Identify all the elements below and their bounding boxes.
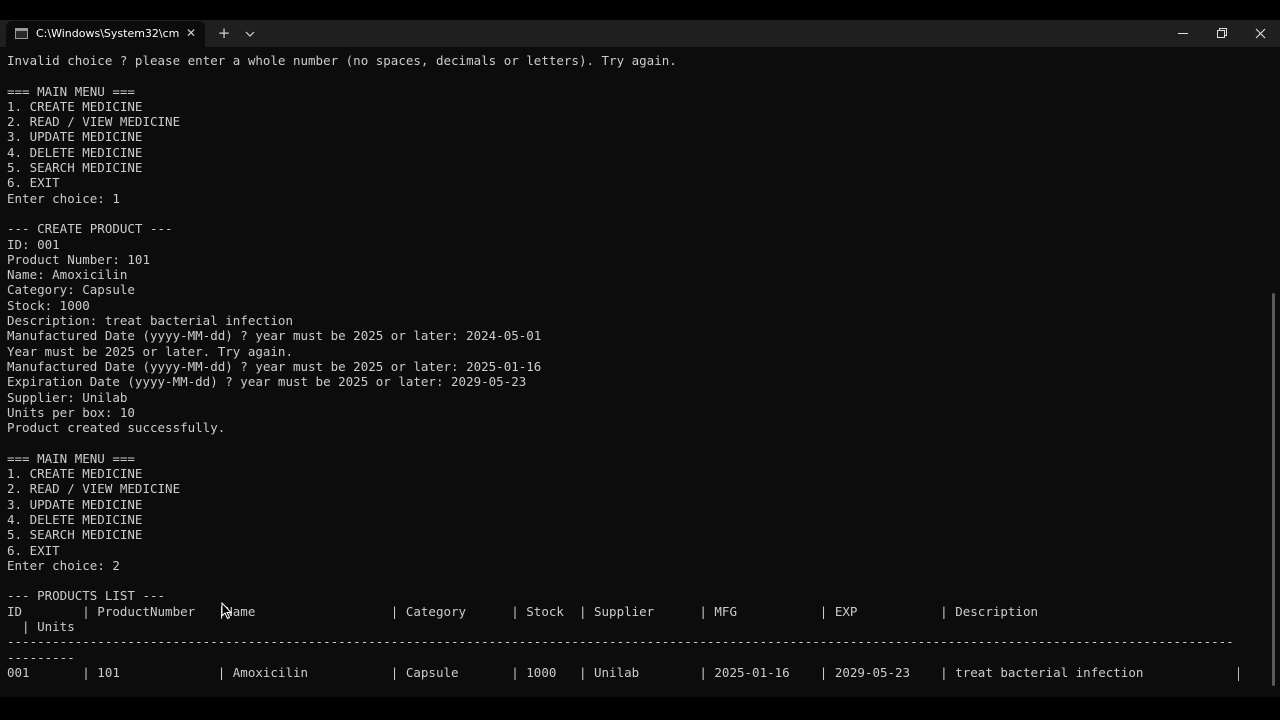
terminal-line: 4. DELETE MEDICINE [7, 511, 143, 527]
terminal-line: 6. EXIT [7, 175, 60, 191]
mouse-pointer-icon [221, 601, 233, 620]
terminal-output[interactable]: Invalid choice ? please enter a whole nu… [0, 47, 1268, 697]
terminal-line: --------- [7, 649, 75, 665]
terminal-line: | Units [7, 618, 75, 634]
text-cursor [1238, 667, 1239, 681]
terminal-line: Product Number: 101 [7, 251, 150, 267]
tab-cmd[interactable]: C:\Windows\System32\cmd.e ✕ [6, 21, 205, 47]
terminal-line: Product created successfully. [7, 420, 226, 436]
terminal-line: Manufactured Date (yyyy-MM-dd) ? year mu… [7, 328, 542, 344]
scrollbar-thumb[interactable] [1272, 293, 1275, 686]
terminal-line: 5. SEARCH MEDICINE [7, 160, 143, 176]
title-bar[interactable]: C:\Windows\System32\cmd.e ✕ + [0, 20, 1280, 47]
terminal-window: C:\Windows\System32\cmd.e ✕ + [0, 0, 1280, 720]
terminal-line: ----------------------------------------… [7, 634, 1234, 650]
terminal-line: Category: Capsule [7, 282, 135, 298]
terminal-line: Supplier: Unilab [7, 389, 128, 405]
terminal-lines: Invalid choice ? please enter a whole nu… [0, 47, 1268, 680]
terminal-line: 4. DELETE MEDICINE [7, 144, 143, 160]
restore-button[interactable] [1202, 20, 1240, 47]
terminal-line: Description: treat bacterial infection [7, 313, 293, 329]
terminal-line: 2. READ / VIEW MEDICINE [7, 114, 181, 130]
tab-title: C:\Windows\System32\cmd.e [36, 27, 179, 40]
terminal-line: Name: Amoxicilin [7, 267, 128, 283]
terminal-line: Enter choice: 1 [7, 190, 120, 206]
terminal-line: --- PRODUCTS LIST --- [7, 588, 166, 604]
terminal-line: Expiration Date (yyyy-MM-dd) ? year must… [7, 374, 527, 390]
cmd-icon [15, 28, 28, 39]
close-window-button[interactable] [1241, 20, 1279, 47]
terminal-line: 5. SEARCH MEDICINE [7, 527, 143, 543]
terminal-line: Manufactured Date (yyyy-MM-dd) ? year mu… [7, 358, 542, 374]
terminal-line: Units per box: 10 [7, 404, 135, 420]
terminal-line: Invalid choice ? please enter a whole nu… [7, 53, 677, 68]
terminal-line: 001 | 101 | Amoxicilin | Capsule | 1000 … [7, 664, 1144, 680]
top-letterbox [0, 0, 1280, 20]
terminal-line: Enter choice: 2 [7, 557, 120, 573]
terminal-line: --- CREATE PRODUCT --- [7, 221, 173, 237]
terminal-line: === MAIN MENU === [7, 83, 135, 99]
minimize-icon [1178, 33, 1188, 34]
terminal-line: Stock: 1000 [7, 297, 90, 313]
terminal-line: 1. CREATE MEDICINE [7, 98, 143, 114]
terminal-line: ID | ProductNumber |Name | Category | St… [7, 603, 1039, 619]
vertical-scrollbar[interactable] [1268, 47, 1280, 697]
bottom-letterbox [0, 697, 1280, 720]
restore-icon [1217, 28, 1227, 38]
chevron-down-icon[interactable] [240, 24, 260, 44]
terminal-line: ID: 001 [7, 236, 60, 252]
terminal-line: === MAIN MENU === [7, 450, 135, 466]
terminal-line: 2. READ / VIEW MEDICINE [7, 481, 181, 497]
close-tab-icon[interactable]: ✕ [182, 24, 200, 42]
terminal-line: 6. EXIT [7, 542, 60, 558]
close-icon [1255, 28, 1266, 39]
terminal-line: 3. UPDATE MEDICINE [7, 496, 143, 512]
minimize-button[interactable] [1164, 20, 1202, 47]
new-tab-button[interactable]: + [214, 24, 234, 44]
terminal-line: Year must be 2025 or later. Try again. [7, 343, 293, 359]
terminal-line: 1. CREATE MEDICINE [7, 466, 143, 482]
terminal-line: 3. UPDATE MEDICINE [7, 129, 143, 145]
